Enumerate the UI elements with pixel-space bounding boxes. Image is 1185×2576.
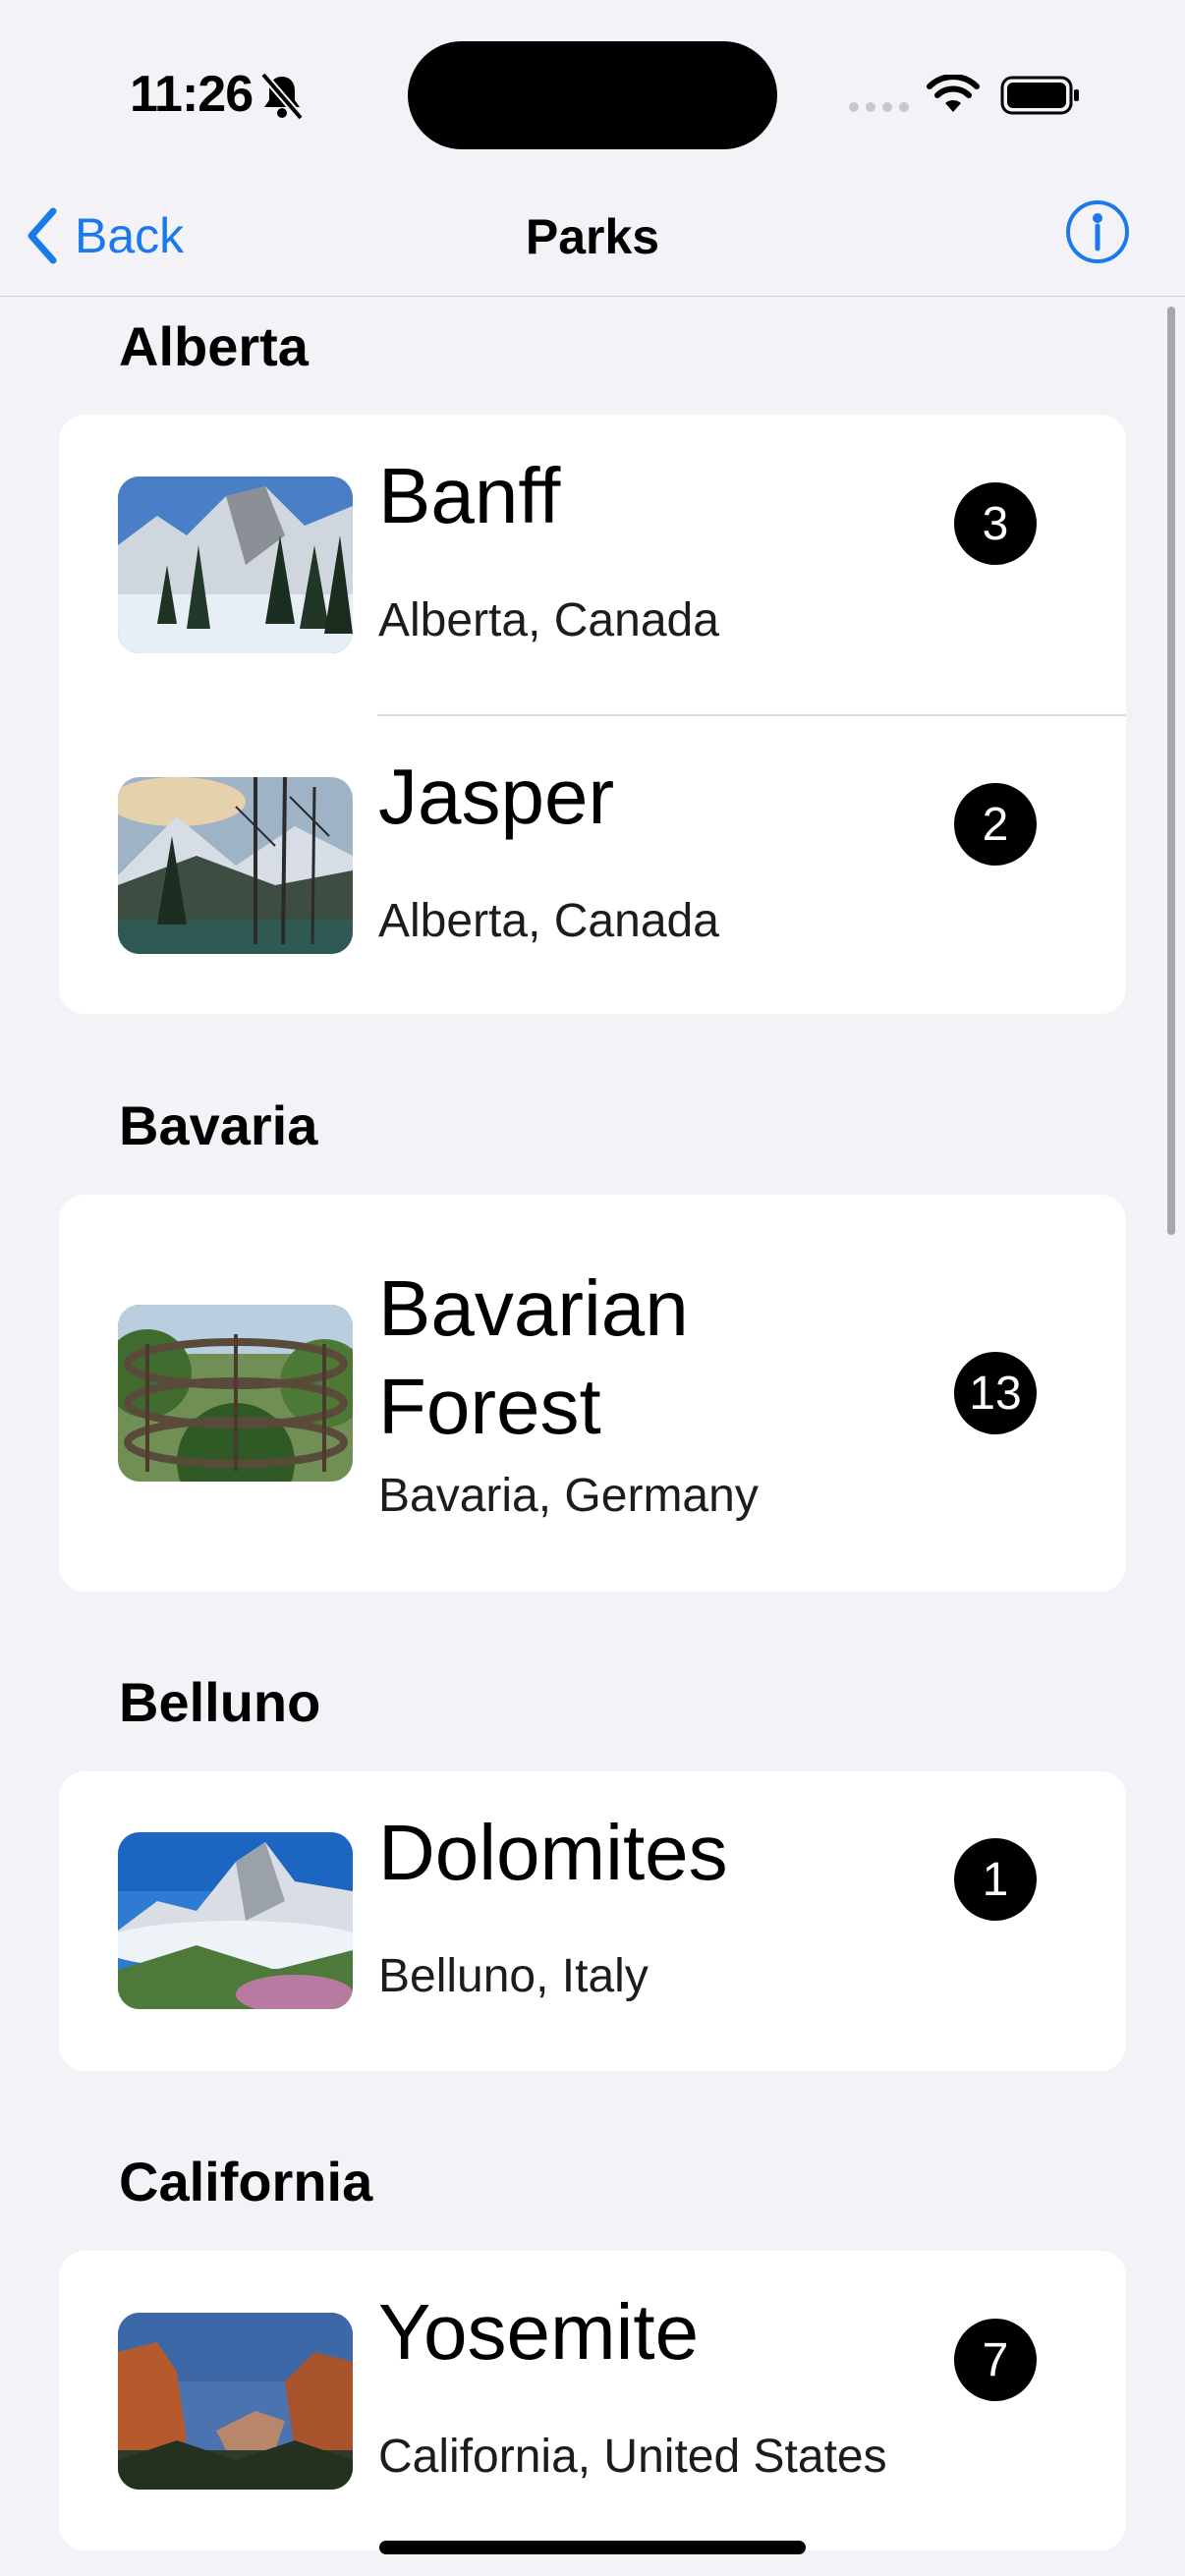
park-location: Alberta, Canada: [378, 594, 719, 646]
count-badge: 7: [954, 2319, 1037, 2401]
park-name: Dolomites: [378, 1809, 728, 1896]
park-row-jasper[interactable]: Jasper Alberta, Canada 2: [59, 715, 1126, 1014]
info-icon[interactable]: [1065, 199, 1130, 264]
park-location: Alberta, Canada: [378, 895, 719, 947]
section-card-alberta: Banff Alberta, Canada 3 Jasper Alberta, …: [59, 415, 1126, 1014]
battery-icon: [1000, 76, 1079, 115]
park-row-dolomites[interactable]: Dolomites Belluno, Italy 1: [59, 1771, 1126, 2071]
dynamic-island: [408, 41, 777, 149]
page-title: Parks: [525, 209, 660, 264]
park-row-bavarian-forest[interactable]: Bavarian Forest Bavaria, Germany 13: [59, 1195, 1126, 1592]
park-thumbnail-bavarian-forest: [118, 1305, 353, 1482]
wifi-icon: [927, 75, 980, 112]
park-name: Banff: [378, 452, 561, 539]
scroll-indicator[interactable]: [1167, 307, 1175, 1235]
status-time: 11:26: [130, 66, 254, 123]
count-badge: 2: [954, 783, 1037, 866]
park-location: California, United States: [378, 2431, 887, 2483]
park-name: Yosemite: [378, 2288, 700, 2376]
park-thumbnail-dolomites: [118, 1832, 353, 2009]
park-thumbnail-yosemite: [118, 2313, 353, 2490]
count-badge: 1: [954, 1838, 1037, 1921]
navigation-bar: Back Parks: [0, 177, 1185, 297]
status-bar: 11:26: [0, 0, 1185, 177]
signal-icon: [849, 102, 909, 112]
count-badge: 13: [954, 1352, 1037, 1434]
bell-slash-icon: [259, 72, 305, 121]
park-location: Belluno, Italy: [378, 1950, 649, 2002]
section-header-alberta: Alberta: [119, 315, 309, 377]
park-name: Bavarian Forest: [378, 1264, 689, 1450]
park-name: Jasper: [378, 753, 615, 840]
section-header-california: California: [119, 2151, 373, 2212]
section-card-california: Yosemite California, United States 7: [59, 2251, 1126, 2550]
section-card-belluno: Dolomites Belluno, Italy 1: [59, 1771, 1126, 2071]
section-card-bavaria: Bavarian Forest Bavaria, Germany 13: [59, 1195, 1126, 1592]
home-indicator[interactable]: [379, 2541, 806, 2554]
section-header-bavaria: Bavaria: [119, 1094, 318, 1156]
park-thumbnail-jasper: [118, 777, 353, 954]
park-thumbnail-banff: [118, 476, 353, 653]
park-row-yosemite[interactable]: Yosemite California, United States 7: [59, 2251, 1126, 2550]
park-row-banff[interactable]: Banff Alberta, Canada 3: [59, 415, 1126, 714]
park-location: Bavaria, Germany: [378, 1470, 759, 1522]
count-badge: 3: [954, 482, 1037, 565]
section-header-belluno: Belluno: [119, 1671, 321, 1733]
